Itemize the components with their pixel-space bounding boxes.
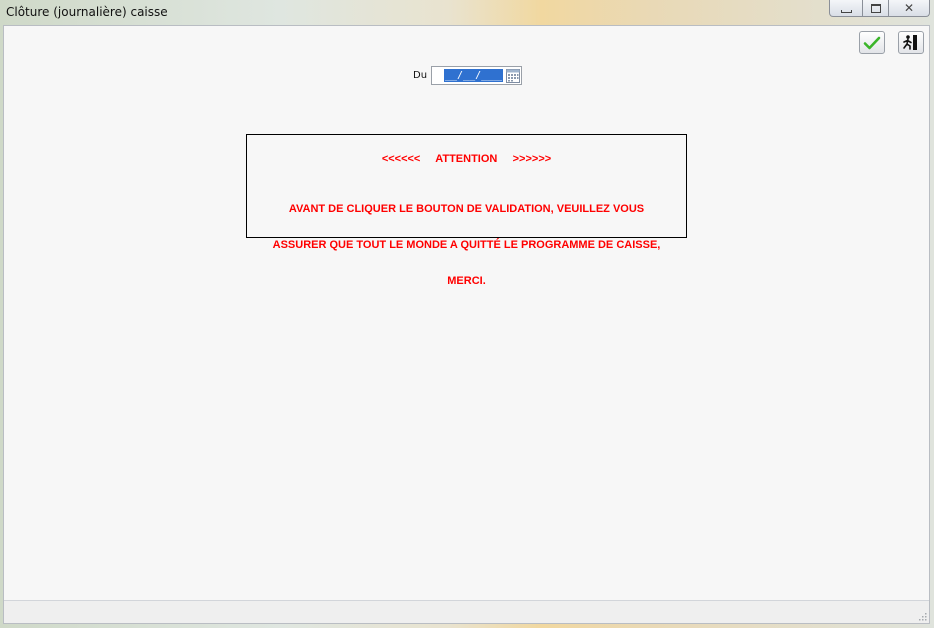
close-icon: ✕: [903, 1, 915, 15]
cloture-caisse-window: Clôture (journalière) caisse ✕ Du __/__/…: [0, 0, 934, 628]
exit-door-icon: [903, 35, 917, 50]
status-bar: [4, 600, 929, 623]
maximize-icon: [870, 3, 881, 13]
resize-grip-icon[interactable]: [917, 611, 927, 621]
minimize-button[interactable]: [829, 0, 863, 17]
title-bar[interactable]: Clôture (journalière) caisse ✕: [0, 0, 934, 25]
calendar-icon[interactable]: [506, 68, 520, 83]
date-from-input[interactable]: [444, 69, 503, 82]
warning-box: <<<<<< ATTENTION >>>>>> AVANT DE CLIQUER…: [246, 134, 687, 287]
checkmark-icon: [863, 36, 881, 49]
window-title: Clôture (journalière) caisse: [6, 5, 168, 19]
minimize-icon: [840, 9, 852, 13]
warning-heading: <<<<<< ATTENTION >>>>>>: [381, 153, 552, 165]
close-button[interactable]: ✕: [888, 0, 930, 17]
warning-line: MERCI.: [447, 275, 486, 287]
warning-line: ASSURER QUE TOUT LE MONDE A QUITTÉ LE PR…: [272, 239, 661, 251]
warning-message: AVANT DE CLIQUER LE BOUTON DE VALIDATION…: [247, 179, 686, 311]
exit-button[interactable]: [898, 31, 924, 54]
maximize-button[interactable]: [862, 0, 889, 17]
date-field[interactable]: [431, 66, 522, 85]
validate-button[interactable]: [859, 31, 885, 54]
form-client-area: Du <<<<<< ATTENTION >>>>>> AVANT DE CLIQ…: [3, 25, 930, 624]
warning-line: AVANT DE CLIQUER LE BOUTON DE VALIDATION…: [288, 203, 645, 215]
date-from-label: Du: [413, 70, 428, 81]
